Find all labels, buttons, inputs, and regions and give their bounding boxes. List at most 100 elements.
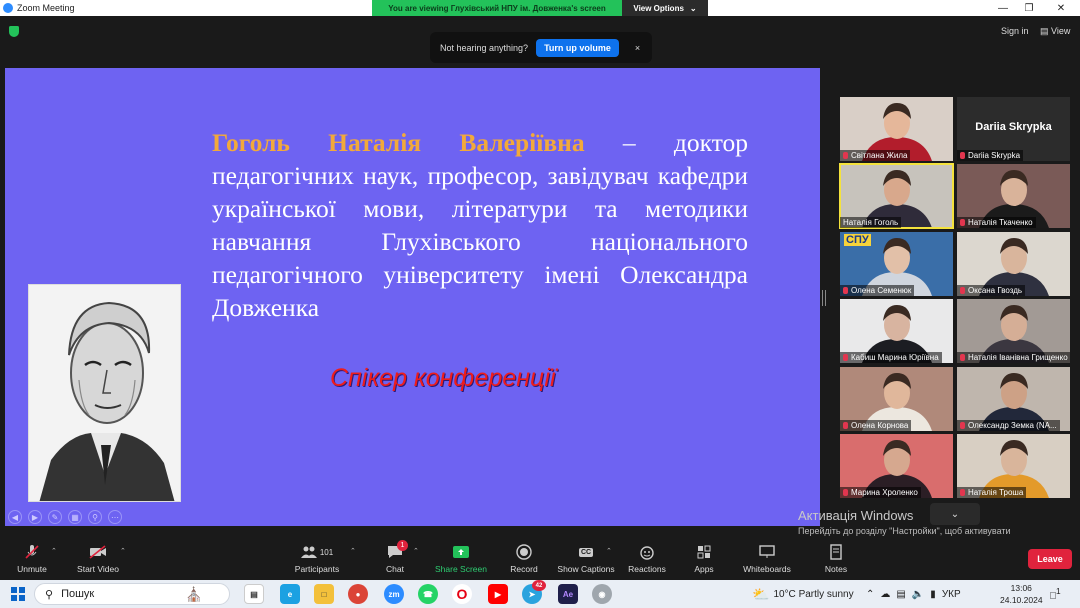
participant-tile[interactable]: Наталія Гоголь [839,163,954,229]
muted-mic-icon [960,354,965,361]
grid-view-icon[interactable]: ▦ [68,510,82,524]
battery-icon[interactable]: ▮ [930,589,936,600]
app-globe-icon[interactable]: ◉ [592,584,612,604]
show-captions-button[interactable]: CC Show Captions [556,541,616,574]
taskbar-search-box[interactable]: ⚲ Пошук ⛪ [34,583,230,605]
participants-caret-icon[interactable]: ⌃ [350,547,356,555]
muted-mic-icon [843,422,848,429]
unmute-button[interactable]: Unmute [14,541,50,574]
prev-slide-icon[interactable]: ◀ [8,510,22,524]
notes-label: Notes [824,564,848,574]
chat-label: Chat [386,564,404,574]
university-logo: СПУ [844,234,871,246]
view-button[interactable]: ▤ View [1040,26,1070,37]
participant-name-label: Наталія Гоголь [840,217,902,228]
participant-name-label: Кабиш Марина Юріївна [840,352,942,363]
pen-icon[interactable]: ✎ [48,510,62,524]
next-slide-icon[interactable]: ▶ [28,510,42,524]
windows-taskbar: ⚲ Пошук ⛪ ▤ e □ ● zm ☎ O ▶ ➤ 42 Ae ◉ ⛅ 10… [0,580,1080,608]
telegram-icon[interactable]: ➤ 42 [522,580,546,604]
participant-name: Олена Корнова [851,421,909,430]
chrome-icon[interactable]: ● [348,584,368,604]
task-view-icon[interactable]: ▤ [244,584,264,604]
leave-button[interactable]: Leave [1028,549,1072,569]
show-captions-label: Show Captions [557,564,615,574]
participant-tile[interactable]: Наталія Ткаченко [957,164,1070,228]
start-video-button[interactable]: Start Video [74,541,122,574]
participant-tile[interactable]: СПУ Олена Семенюк [840,232,953,296]
participant-tile[interactable]: Оксана Гвоздь [957,232,1070,296]
reactions-icon [638,544,656,560]
whatsapp-icon[interactable]: ☎ [418,584,438,604]
chevron-down-icon: ⌄ [950,508,960,520]
sign-in-link[interactable]: Sign in [1001,26,1029,36]
whiteboard-icon [758,544,776,560]
participants-button[interactable]: 101 Participants [290,541,344,574]
captions-caret-icon[interactable]: ⌃ [606,547,612,555]
tray-chevron-up-icon[interactable]: ⌃ [866,589,874,600]
church-domes-icon: ⛪ [185,586,203,602]
weather-widget[interactable]: ⛅ 10°C Partly sunny [752,580,854,608]
close-notification-icon[interactable]: × [635,43,640,53]
activation-title: Активація Windows [798,508,914,523]
clock[interactable]: 13:06 24.10.2024 [1000,582,1043,606]
audio-options-caret-icon[interactable]: ⌃ [51,547,57,555]
participant-tile[interactable]: Олена Корнова [840,367,953,431]
participant-name-label: Оксана Гвоздь [957,285,1026,296]
view-options-button[interactable]: View Options ⌄ [622,0,708,16]
more-options-icon[interactable]: ⋯ [108,510,122,524]
muted-microphone-icon [23,544,41,560]
partly-sunny-icon: ⛅ [752,585,770,602]
zoom-slide-icon[interactable]: ⚲ [88,510,102,524]
zoom-taskbar-icon[interactable]: zm [384,584,404,604]
file-explorer-icon[interactable]: □ [314,584,334,604]
participant-name-label: Олена Семенюк [840,285,915,296]
input-language[interactable]: УКР [942,589,961,600]
network-icon[interactable]: ▤ [896,589,905,600]
encryption-shield-icon[interactable] [9,26,19,37]
notification-center-icon[interactable]: □1 [1050,586,1061,601]
collapse-panel-button[interactable]: ⌄ [930,503,980,525]
chat-icon: 1 [386,540,408,560]
participant-tile[interactable]: Наталія Іванівна Грищенко [957,299,1070,363]
notification-count: 1 [1056,586,1061,596]
turn-up-volume-button[interactable]: Turn up volume [536,38,619,57]
muted-mic-icon [843,489,848,496]
muted-mic-icon [843,287,848,294]
participant-tile[interactable]: Dariia Skrypka Dariia Skrypka [957,97,1070,161]
apps-button[interactable]: Apps [692,541,716,574]
panel-splitter[interactable] [822,290,826,306]
notes-button[interactable]: Notes [822,541,850,574]
youtube-icon[interactable]: ▶ [488,584,508,604]
restore-icon[interactable]: ❐ [1014,0,1044,16]
participant-tile[interactable]: Кабиш Марина Юріївна [840,299,953,363]
video-options-caret-icon[interactable]: ⌃ [120,547,126,555]
participant-name: Наталія Іванівна Грищенко [968,353,1068,362]
opera-icon[interactable]: O [452,584,472,604]
search-placeholder: Пошук [61,588,95,600]
participant-name-label: Олена Корнова [840,420,912,431]
participant-name-label: Dariia Skrypka [957,150,1024,161]
telegram-badge: 42 [532,580,546,591]
weather-temp: 10°C [773,588,796,600]
participant-tile[interactable]: Світлана Жила [840,97,953,161]
participants-count: 101 [319,547,334,557]
notes-icon [827,544,845,560]
edge-icon[interactable]: e [280,584,300,604]
chat-button[interactable]: 1 Chat [381,540,409,574]
whiteboards-button[interactable]: Whiteboards [740,541,794,574]
participant-tile[interactable]: Олександр Земка (NA... [957,367,1070,431]
chat-caret-icon[interactable]: ⌃ [413,547,419,555]
participant-tile[interactable]: Марина Хроленко [840,434,953,498]
share-screen-label: Share Screen [435,564,487,574]
after-effects-icon[interactable]: Ae [558,584,578,604]
participant-tile[interactable]: Наталія Троша [957,434,1070,498]
volume-icon[interactable]: 🔈 [912,589,924,600]
close-icon[interactable]: ✕ [1046,0,1076,16]
share-screen-button[interactable]: Share Screen [434,541,488,574]
chevron-down-icon: ⌄ [689,3,697,13]
reactions-button[interactable]: Reactions [627,541,667,574]
windows-start-icon[interactable] [8,584,28,604]
onedrive-icon[interactable]: ☁ [880,589,890,600]
record-button[interactable]: Record [508,541,540,574]
